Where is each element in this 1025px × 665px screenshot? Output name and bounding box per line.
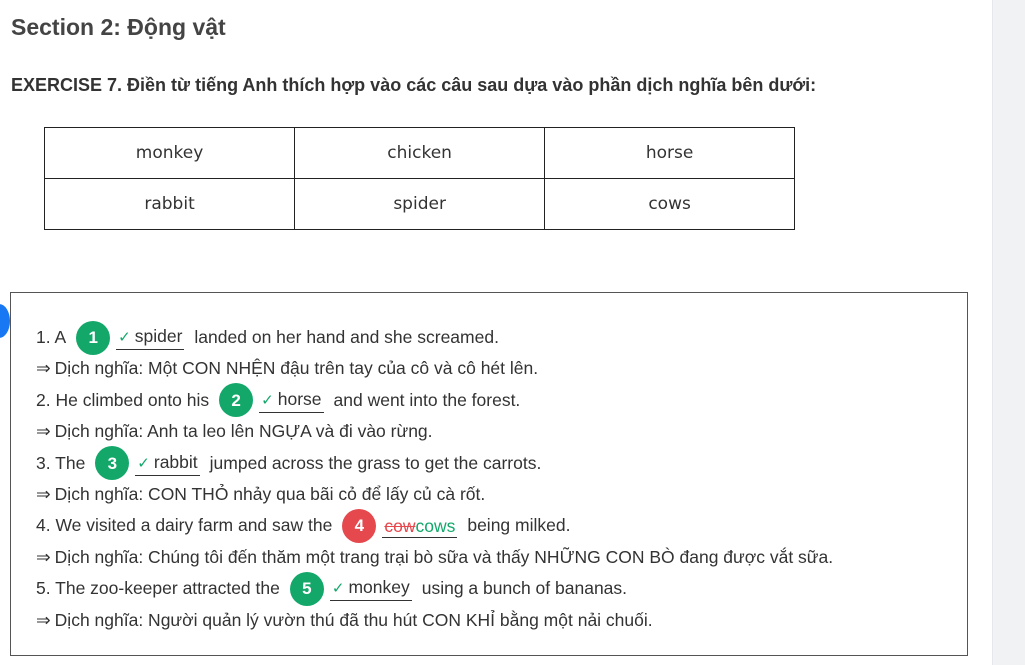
question-text: 5. The zoo-keeper attracted the <box>36 578 280 599</box>
answer-text: horse <box>277 388 322 409</box>
word-cell: rabbit <box>43 178 296 230</box>
right-gutter <box>992 0 1025 665</box>
section-title: Section 2: Động vật <box>11 14 226 40</box>
question-line: 1. A 1 ✓ spider landed on her hand and sh… <box>36 320 833 355</box>
word-cell: spider <box>294 178 546 230</box>
question-number-badge: 2 <box>219 383 254 418</box>
word-bank-table: monkey chicken horse rabbit spider cows <box>43 127 795 230</box>
word-cell: cows <box>544 178 795 230</box>
exercise-title: EXERCISE 7. Điền từ tiếng Anh thích hợp … <box>11 75 817 95</box>
translation-line: ⇒ Dịch nghĩa: Người quản lý vườn thú đã … <box>36 605 833 636</box>
arrow-icon: ⇒ <box>36 421 51 442</box>
question-text: using a bunch of bananas. <box>421 578 628 599</box>
arrow-icon: ⇒ <box>36 546 51 567</box>
answer-field[interactable]: cowcows <box>382 515 458 538</box>
answer-field[interactable]: ✓ monkey <box>329 576 412 602</box>
arrow-icon: ⇒ <box>36 609 51 630</box>
question-line: 5. The zoo-keeper attracted the 5 ✓ monke… <box>36 571 833 606</box>
word-cell: horse <box>544 127 795 179</box>
table-row: rabbit spider cows <box>43 178 795 230</box>
answer-text: monkey <box>348 577 410 598</box>
question-text: being milked. <box>467 515 571 536</box>
arrow-icon: ⇒ <box>36 483 51 504</box>
check-icon: ✓ <box>261 391 274 409</box>
check-icon: ✓ <box>137 454 150 472</box>
translation-line: ⇒ Dịch nghĩa: Anh ta leo lên NGỰA và đi … <box>36 416 833 447</box>
answer-field[interactable]: ✓ spider <box>116 325 185 351</box>
question-number-badge: 1 <box>76 320 111 355</box>
question-text: 2. He climbed onto his <box>36 389 210 410</box>
question-number-badge: 4 <box>342 509 377 544</box>
word-cell: chicken <box>294 127 546 179</box>
arrow-icon: ⇒ <box>36 358 51 379</box>
question-text: jumped across the grass to get the carro… <box>209 452 542 473</box>
word-cell: monkey <box>43 127 296 179</box>
correct-answer-text: cows <box>415 515 456 536</box>
wrong-answer-text: cow <box>384 515 416 536</box>
question-text: and went into the forest. <box>333 389 521 410</box>
question-line: 4. We visited a dairy farm and saw the 4… <box>36 509 833 544</box>
question-text: 3. The <box>36 452 86 473</box>
translation-line: ⇒ Dịch nghĩa: Chúng tôi đến thăm một tra… <box>36 542 833 573</box>
table-row: monkey chicken horse <box>43 127 795 179</box>
question-number-badge: 5 <box>289 571 324 606</box>
translation-text: Dịch nghĩa: Anh ta leo lên NGỰA và đi và… <box>54 421 433 442</box>
translation-text: Dịch nghĩa: CON THỎ nhảy qua bãi cỏ để l… <box>54 483 486 504</box>
translation-line: ⇒ Dịch nghĩa: Một CON NHỆN đậu trên tay … <box>36 353 833 384</box>
check-icon: ✓ <box>331 580 345 598</box>
translation-text: Dịch nghĩa: Chúng tôi đến thăm một trang… <box>54 546 834 567</box>
translation-text: Dịch nghĩa: Người quản lý vườn thú đã th… <box>54 609 653 630</box>
question-line: 2. He climbed onto his 2 ✓ horse and went… <box>36 383 833 418</box>
translation-text: Dịch nghĩa: Một CON NHỆN đậu trên tay củ… <box>54 358 539 379</box>
answer-text: rabbit <box>153 451 198 472</box>
question-line: 3. The 3 ✓ rabbit jumped across the grass… <box>36 446 833 481</box>
check-icon: ✓ <box>118 329 131 347</box>
question-text: landed on her hand and she screamed. <box>194 327 499 347</box>
answer-field[interactable]: ✓ rabbit <box>135 451 200 476</box>
answer-box: 1. A 1 ✓ spider landed on her hand and sh… <box>10 292 968 656</box>
translation-line: ⇒ Dịch nghĩa: CON THỎ nhảy qua bãi cỏ để… <box>36 479 833 510</box>
question-number-badge: 3 <box>95 446 130 481</box>
question-text: 4. We visited a dairy farm and saw the <box>36 515 333 536</box>
answer-field[interactable]: ✓ horse <box>259 388 324 413</box>
question-text: 1. A <box>36 327 67 347</box>
answer-text: spider <box>134 326 183 347</box>
